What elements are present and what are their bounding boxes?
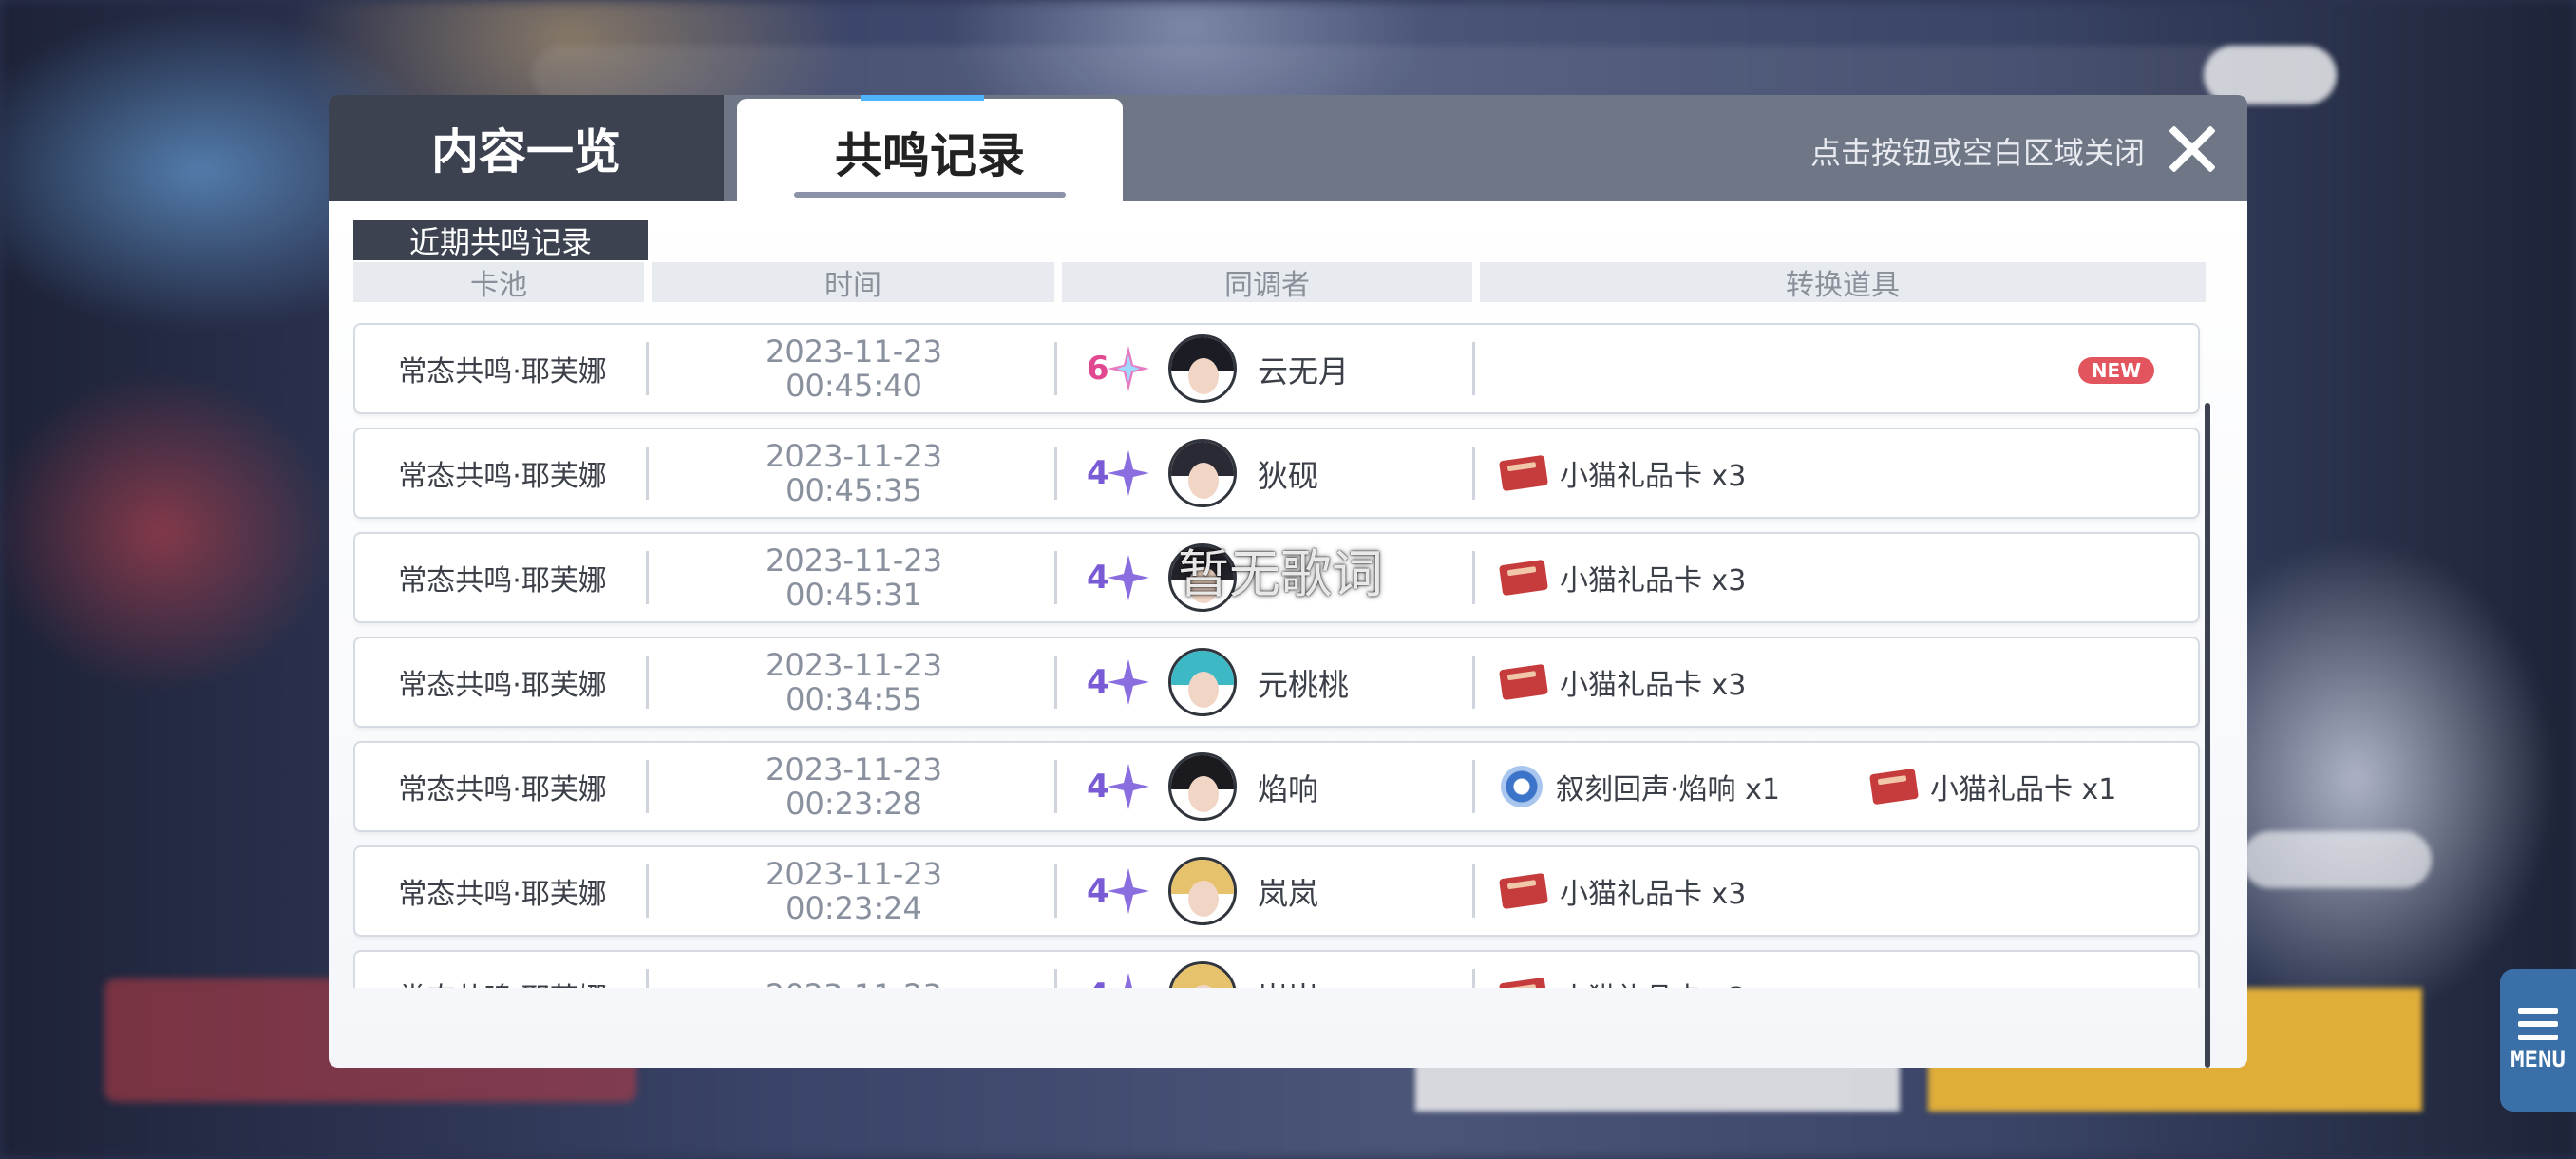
scrollbar[interactable] [2205, 403, 2210, 1068]
record-date: 2023-11-23 [766, 978, 942, 988]
record-time: 2023-11-23 00:45:40 [650, 325, 1058, 412]
character-avatar [1168, 857, 1237, 925]
pool-name: 常态共鸣·耶芙娜 [355, 952, 650, 988]
item-entry: 小猫礼品卡 x3 [1499, 638, 1747, 726]
record-date: 2023-11-23 [766, 751, 942, 788]
sparkle-icon [1108, 764, 1149, 809]
item-entry: 小猫礼品卡 x3 [1499, 534, 1747, 621]
character-avatar [1168, 439, 1237, 507]
gift-card-icon [1869, 768, 1919, 806]
record-date: 2023-11-23 [766, 647, 942, 683]
item-label: 叙刻回声·焰响 x1 [1556, 773, 1780, 807]
echo-icon [1501, 766, 1543, 808]
gift-card-icon [1499, 454, 1548, 492]
item-entry: 叙刻回声·焰响 x1 [1501, 743, 1780, 830]
pool-name: 常态共鸣·耶芙娜 [398, 564, 607, 598]
sparkle-icon [1108, 450, 1149, 496]
table-row: 常态共鸣·耶芙娜 2023-11-23 00:23:28 4 焰响 叙刻回声·焰… [353, 741, 2200, 832]
pool-name: 常态共鸣·耶芙娜 [398, 460, 607, 493]
section-label: 近期共鸣记录 [353, 220, 648, 260]
character-avatar [1168, 334, 1237, 403]
record-clock: 00:45:31 [786, 577, 922, 613]
item-label: 小猫礼品卡 x3 [1560, 878, 1747, 911]
background-pill-button [2242, 831, 2432, 888]
character-name: 云无月 [1258, 353, 1350, 390]
menu-button[interactable]: MENU [2500, 969, 2576, 1112]
record-clock: 00:23:28 [786, 786, 922, 822]
gift-card-icon [1499, 663, 1548, 701]
table-row: 常态共鸣·耶芙娜 2023-11-23 4 岚岚 小猫礼品卡 x3 [353, 950, 2200, 988]
record-time: 2023-11-23 00:23:24 [650, 847, 1058, 935]
sparkle-icon [1108, 868, 1149, 914]
pool-name: 常态共鸣·耶芙娜 [398, 669, 607, 702]
character-avatar [1168, 752, 1237, 821]
record-date: 2023-11-23 [766, 333, 942, 370]
record-clock: 00:45:35 [786, 472, 922, 508]
item-entry: 小猫礼品卡 x3 [1499, 429, 1747, 517]
record-clock: 00:45:40 [786, 368, 922, 404]
character-avatar [1168, 961, 1237, 988]
sparkle-icon [1108, 346, 1149, 391]
close-icon[interactable] [2164, 122, 2219, 177]
record-time: 2023-11-23 [650, 952, 1058, 988]
gift-card-icon [1499, 559, 1548, 597]
table-row: 常态共鸣·耶芙娜 2023-11-23 00:23:24 4 岚岚 小猫礼品卡 … [353, 846, 2200, 937]
table-row: 常态共鸣·耶芙娜 2023-11-23 00:34:55 4 元桃桃 小猫礼品卡… [353, 636, 2200, 728]
record-date: 2023-11-23 [766, 438, 942, 474]
item-label: 小猫礼品卡 x3 [1560, 669, 1747, 702]
column-header-character: 同调者 [1062, 262, 1472, 302]
lyrics-overlay: 暂无歌词 [1178, 544, 1383, 604]
column-header-pool: 卡池 [353, 262, 644, 302]
record-panel: 近期共鸣记录 卡池 时间 同调者 转换道具 常态共鸣·耶芙娜 2023-11-2… [329, 201, 2247, 1068]
character-name: 狄砚 [1258, 458, 1319, 494]
record-clock: 00:34:55 [786, 681, 922, 717]
pool-name: 常态共鸣·耶芙娜 [398, 773, 607, 807]
sparkle-icon [1108, 555, 1149, 600]
menu-label: MENU [2510, 1046, 2566, 1073]
close-hint: 点击按钮或空白区域关闭 [1809, 135, 2145, 171]
tab-resonance-record[interactable]: 共鸣记录 [737, 95, 1123, 205]
sparkle-icon [1108, 659, 1149, 705]
tab-bar: 内容一览 共鸣记录 点击按钮或空白区域关闭 [329, 95, 2247, 205]
pool-name: 常态共鸣·耶芙娜 [398, 878, 607, 911]
record-list[interactable]: 常态共鸣·耶芙娜 2023-11-23 00:45:40 6 云无月 NEW 常… [353, 323, 2206, 988]
record-clock: 00:23:24 [786, 890, 922, 926]
record-time: 2023-11-23 00:45:31 [650, 534, 1058, 621]
sparkle-icon [1125, 973, 1132, 988]
pool-name: 常态共鸣·耶芙娜 [398, 355, 607, 389]
item-label: 小猫礼品卡 x1 [1930, 773, 2117, 807]
item-entry: 小猫礼品卡 x1 [1869, 743, 2117, 830]
new-badge: NEW [2078, 357, 2154, 384]
character-name: 岚岚 [1258, 876, 1319, 912]
record-time: 2023-11-23 00:45:35 [650, 429, 1058, 517]
record-date: 2023-11-23 [766, 542, 942, 579]
item-entry: 小猫礼品卡 x3 [1499, 847, 1747, 935]
record-time: 2023-11-23 00:34:55 [650, 638, 1058, 726]
table-row: 常态共鸣·耶芙娜 2023-11-23 00:45:35 4 狄砚 小猫礼品卡 … [353, 428, 2200, 519]
column-header-items: 转换道具 [1480, 262, 2206, 302]
character-avatar [1168, 648, 1237, 716]
item-label: 小猫礼品卡 x3 [1560, 975, 1746, 988]
background-top-bar [532, 46, 2337, 103]
item-label: 小猫礼品卡 x3 [1560, 460, 1747, 493]
record-date: 2023-11-23 [766, 856, 942, 892]
tab-content-overview[interactable]: 内容一览 [329, 95, 724, 201]
character-name: 元桃桃 [1258, 667, 1350, 703]
table-row: 常态共鸣·耶芙娜 2023-11-23 00:45:40 6 云无月 NEW [353, 323, 2200, 414]
item-label: 小猫礼品卡 x3 [1560, 564, 1747, 598]
character-name: 岚岚 [1258, 975, 1318, 988]
item-entry: 小猫礼品卡 x3 [1499, 952, 1746, 988]
gift-card-icon [1499, 872, 1548, 910]
gift-card-icon [1499, 977, 1548, 988]
record-time: 2023-11-23 00:23:28 [650, 743, 1058, 830]
character-name: 焰响 [1258, 771, 1319, 808]
hamburger-icon [2518, 1008, 2558, 1040]
column-header-time: 时间 [652, 262, 1054, 302]
